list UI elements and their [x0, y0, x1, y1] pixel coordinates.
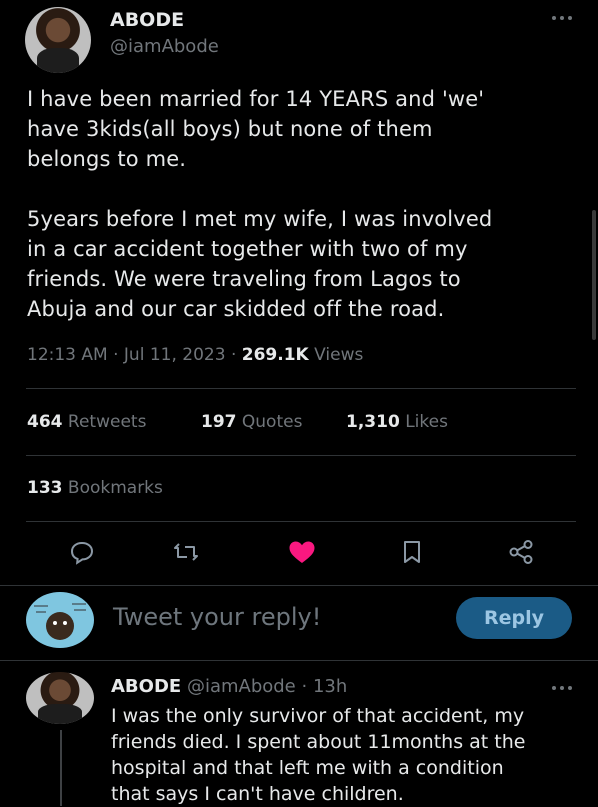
retweets-count: 464: [27, 412, 63, 432]
tweet-meta: 12:13 AM · Jul 11, 2023 · 269.1K Views: [27, 345, 364, 365]
reply-author-avatar[interactable]: [26, 672, 94, 724]
tweet-paragraph-1: I have been married for 14 YEARS and 'we…: [27, 84, 587, 174]
reply-handle[interactable]: @iamAbode: [187, 676, 296, 697]
tweet-paragraph-2: 5years before I met my wife, I was invol…: [27, 204, 587, 324]
tweet-line: I have been married for 14 YEARS and 'we…: [27, 87, 485, 111]
quotes-count: 197: [201, 412, 237, 432]
reply-line: hospital and that left me with a conditi…: [111, 757, 504, 779]
composer-avatar: [26, 592, 94, 648]
tweet-line: have 3kids(all boys) but none of them: [27, 117, 433, 141]
retweets-stat[interactable]: 464 Retweets: [27, 412, 146, 432]
reply-time[interactable]: 13h: [313, 676, 347, 697]
tweet-time[interactable]: 12:13 AM: [27, 345, 108, 365]
reply-body: I was the only survivor of that accident…: [111, 703, 591, 807]
reply-input[interactable]: Tweet your reply!: [113, 603, 321, 631]
author-avatar[interactable]: [25, 7, 91, 73]
share-icon[interactable]: [507, 538, 535, 566]
reply-header: ABODE @iamAbode · 13h: [111, 676, 347, 697]
reply-more-options-icon[interactable]: [548, 680, 576, 696]
author-display-name[interactable]: ABODE: [110, 9, 184, 31]
quotes-label: Quotes: [241, 412, 303, 432]
scrollbar-thumb[interactable]: [592, 210, 596, 340]
author-handle[interactable]: @iamAbode: [110, 36, 219, 57]
like-icon[interactable]: [287, 538, 315, 566]
reply-line: I was the only survivor of that accident…: [111, 705, 525, 727]
thread-line: [60, 730, 62, 806]
reply-separator: ·: [301, 676, 308, 697]
tweet-line: 5years before I met my wife, I was invol…: [27, 207, 493, 231]
bookmarks-stat[interactable]: 133 Bookmarks: [27, 478, 163, 498]
tweet-line: in a car accident together with two of m…: [27, 237, 468, 261]
reply-line: friends died. I spent about 11months at …: [111, 731, 526, 753]
tweet-line: Abuja and our car skidded off the road.: [27, 297, 445, 321]
tweet-line: belongs to me.: [27, 147, 187, 171]
bookmarks-label: Bookmarks: [67, 478, 163, 498]
bookmarks-count: 133: [27, 478, 63, 498]
likes-stat[interactable]: 1,310 Likes: [346, 412, 448, 432]
reply-display-name[interactable]: ABODE: [111, 676, 181, 697]
reply-line: that says I can't have children.: [111, 783, 404, 805]
reply-button[interactable]: Reply: [456, 597, 572, 639]
views-count[interactable]: 269.1K: [242, 345, 309, 365]
views-label: Views: [314, 345, 364, 365]
reply-icon[interactable]: [68, 538, 96, 566]
retweet-icon[interactable]: [172, 538, 200, 566]
tweet-line: friends. We were traveling from Lagos to: [27, 267, 461, 291]
likes-label: Likes: [405, 412, 448, 432]
likes-count: 1,310: [346, 412, 400, 432]
more-options-icon[interactable]: [548, 10, 576, 26]
quotes-stat[interactable]: 197 Quotes: [201, 412, 302, 432]
bookmark-icon[interactable]: [398, 538, 426, 566]
tweet-date[interactable]: Jul 11, 2023: [124, 345, 226, 365]
retweets-label: Retweets: [67, 412, 147, 432]
